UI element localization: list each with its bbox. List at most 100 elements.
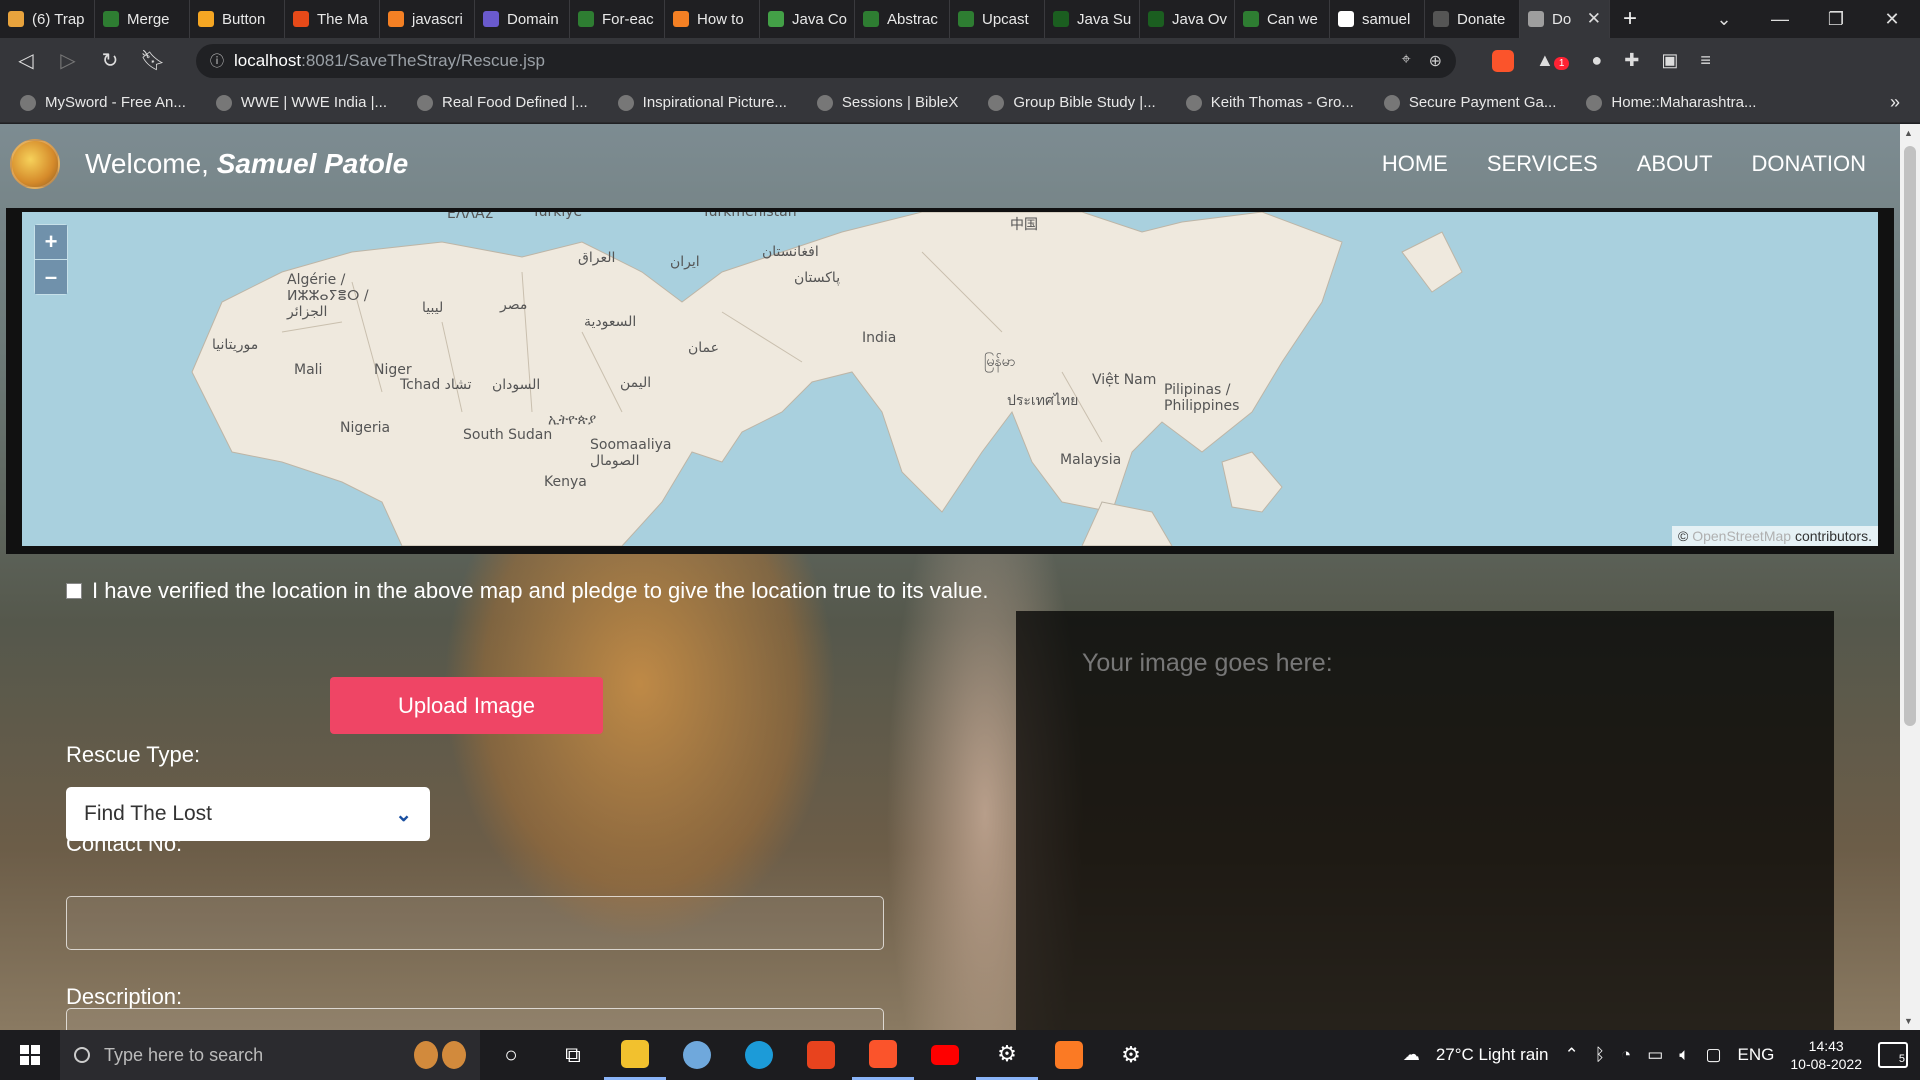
edge-icon[interactable] [728, 1030, 790, 1080]
scroll-thumb[interactable] [1904, 146, 1916, 726]
bookmark-icon[interactable]: 🔖︎ [140, 48, 165, 73]
browser-tab[interactable]: Java Co [760, 0, 855, 38]
browser-tab[interactable]: Donate [1425, 0, 1520, 38]
bookmark-item[interactable]: Keith Thomas - Gro... [1185, 94, 1354, 111]
description-input[interactable] [66, 1008, 884, 1030]
bookmark-item[interactable]: WWE | WWE India |... [215, 94, 387, 111]
map-label-myanmar: မြန်မာ [984, 354, 1016, 370]
task-view-icon[interactable]: ⧉ [542, 1030, 604, 1080]
main-menu: HOME SERVICES ABOUT DONATION [1382, 151, 1890, 177]
pledge-row: I have verified the location in the abov… [66, 578, 988, 604]
browser-tab[interactable]: Upcast [950, 0, 1045, 38]
url-path: :8081/SaveTheStray/Rescue.jsp [301, 50, 545, 70]
brave-rewards-icon[interactable]: ▲ 1 [1536, 50, 1570, 71]
browser-tab[interactable]: How to [665, 0, 760, 38]
browser-tab[interactable]: Merge [95, 0, 190, 38]
bookmark-item[interactable]: Group Bible Study |... [988, 94, 1156, 111]
zoom-icon[interactable]: ⊕ [1429, 51, 1442, 71]
extensions-icon[interactable]: ✚ [1624, 50, 1639, 71]
brave-shields-icon[interactable] [1492, 49, 1514, 72]
site-logo[interactable] [10, 139, 60, 189]
nav-donation[interactable]: DONATION [1752, 151, 1866, 177]
settings-app-icon[interactable]: ⚙ [976, 1030, 1038, 1080]
tab-active[interactable]: Do ✕ [1520, 0, 1610, 38]
paint-icon[interactable] [666, 1030, 728, 1080]
browser-tab[interactable]: Button [190, 0, 285, 38]
language-indicator[interactable]: ENG [1738, 1045, 1775, 1065]
minimize-button[interactable]: — [1752, 0, 1808, 38]
browser-tab[interactable]: Domain [475, 0, 570, 38]
bookmark-item[interactable]: Inspirational Picture... [617, 94, 787, 111]
contact-input[interactable] [66, 896, 884, 950]
osm-link[interactable]: OpenStreetMap [1692, 528, 1791, 544]
volume-icon[interactable]: 🔈︎ [1679, 1045, 1689, 1065]
browser-tab[interactable]: The Ma [285, 0, 380, 38]
bookmark-item[interactable]: Home::Maharashtra... [1586, 94, 1756, 111]
bookmarks-overflow-icon[interactable]: » [1890, 92, 1900, 113]
file-explorer-icon[interactable] [604, 1030, 666, 1080]
scroll-up-icon[interactable]: ▲ [1904, 128, 1913, 138]
browser-tab[interactable]: Java Su [1045, 0, 1140, 38]
display-icon[interactable]: ▢ [1705, 1045, 1721, 1065]
reload-icon[interactable]: ↻ [98, 48, 122, 73]
cortana-icon[interactable]: ○ [480, 1030, 542, 1080]
scroll-down-icon[interactable]: ▼ [1904, 1016, 1913, 1026]
address-bar[interactable]: ⓘ localhost:8081/SaveTheStray/Rescue.jsp… [196, 43, 1456, 78]
zoom-in-button[interactable]: + [35, 225, 67, 259]
restore-button[interactable]: ❐ [1808, 0, 1864, 38]
browser-tab[interactable]: javascri [380, 0, 475, 38]
browser-tab[interactable]: samuel [1330, 0, 1425, 38]
location-map[interactable]: + – Algérie / ⵍⵣⵣⴰⵢⴻⵔ / الجزائر موريتاني… [6, 208, 1894, 554]
start-button[interactable] [0, 1030, 60, 1080]
bookmark-item[interactable]: Secure Payment Ga... [1383, 94, 1556, 111]
site-info-icon[interactable]: ⓘ [210, 51, 224, 71]
browser-tab[interactable]: Java Ov [1140, 0, 1235, 38]
office-icon[interactable] [790, 1030, 852, 1080]
bookmark-item[interactable]: Real Food Defined |... [417, 94, 588, 111]
map-label-yemen: اليمن [620, 375, 652, 391]
taskbar-apps: ○ ⧉ ⚙ ⚙ [480, 1030, 1162, 1080]
browser-tab[interactable]: For-eac [570, 0, 665, 38]
nav-home[interactable]: HOME [1382, 151, 1448, 177]
menu-icon[interactable]: ≡ [1700, 50, 1711, 71]
weather-text[interactable]: 27°C Light rain [1436, 1045, 1549, 1065]
wallet-icon[interactable]: ▣ [1661, 50, 1678, 71]
tab-favicon-icon [1148, 11, 1164, 27]
tab-favicon-icon [1053, 11, 1069, 27]
brave-icon[interactable] [852, 1030, 914, 1080]
bluetooth-icon[interactable]: ᛒ [1595, 1045, 1605, 1065]
profile-icon[interactable]: ● [1591, 50, 1602, 71]
battery-icon[interactable]: ▭ [1647, 1045, 1663, 1065]
back-icon[interactable]: ◁ [14, 48, 38, 73]
taskbar-search[interactable]: Type here to search [60, 1030, 480, 1080]
clock[interactable]: 14:43 10-08-2022 [1790, 1037, 1862, 1073]
youtube-icon[interactable] [914, 1030, 976, 1080]
bookmark-item[interactable]: MySword - Free An... [20, 94, 186, 111]
xampp-icon[interactable] [1038, 1030, 1100, 1080]
browser-tab[interactable]: Can we [1235, 0, 1330, 38]
tab-search-icon[interactable]: ⌄ [1696, 0, 1752, 38]
upload-image-button[interactable]: Upload Image [330, 677, 603, 734]
forward-icon[interactable]: ▷ [56, 48, 80, 73]
gear-icon[interactable]: ⚙ [1100, 1030, 1162, 1080]
browser-tab[interactable]: (6) Trap [0, 0, 95, 38]
pledge-checkbox[interactable] [66, 583, 82, 599]
nav-services[interactable]: SERVICES [1487, 151, 1598, 177]
zoom-out-button[interactable]: – [35, 260, 67, 294]
weather-cloud-icon[interactable]: ☁ [1403, 1045, 1420, 1065]
show-hidden-icons[interactable]: ⌃ [1564, 1045, 1578, 1065]
nav-about[interactable]: ABOUT [1637, 151, 1713, 177]
notification-center-icon[interactable]: 5 [1878, 1042, 1908, 1068]
map-label-mali: Mali [294, 362, 323, 378]
location-blocked-icon[interactable]: ⌖ [1402, 51, 1411, 71]
bookmark-item[interactable]: Sessions | BibleX [816, 94, 958, 111]
close-tab-icon[interactable]: ✕ [1587, 9, 1601, 29]
wifi-icon[interactable]: ◔ [1621, 1045, 1631, 1065]
map-zoom-controls: + – [34, 224, 68, 295]
new-tab-button[interactable]: + [1610, 5, 1650, 33]
bookmark-label: Real Food Defined |... [442, 94, 588, 111]
browser-tab[interactable]: Abstrac [855, 0, 950, 38]
page-scrollbar[interactable]: ▲ ▼ [1900, 124, 1920, 1030]
close-window-button[interactable]: ✕ [1864, 0, 1920, 38]
map-label-somalia: Soomaaliya الصومال [590, 437, 672, 469]
